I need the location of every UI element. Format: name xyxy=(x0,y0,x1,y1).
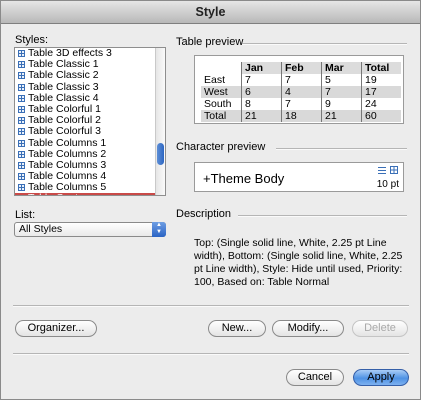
description-label: Description xyxy=(176,208,232,220)
header-cell: Mar xyxy=(321,62,362,74)
table-style-icon xyxy=(18,173,25,181)
list-popup-value: All Styles xyxy=(19,223,63,235)
dialog-title: Style xyxy=(1,1,420,24)
table-style-icon xyxy=(18,83,25,91)
list-item-label: Table Classic 2 xyxy=(28,69,99,82)
styles-list-items: Table 3D effects 3 Table Classic 1 Table C… xyxy=(15,47,156,196)
list-item-label: Table Columns 2 xyxy=(28,147,107,160)
description-divider xyxy=(238,215,407,217)
styles-list[interactable]: Table 3D effects 3 Table Classic 1 Table C… xyxy=(14,47,166,196)
table-preview-label: Table preview xyxy=(176,36,244,48)
list-item-label: Table Columns 3 xyxy=(28,158,107,171)
list-item-label: Table Contemporary xyxy=(28,192,123,195)
styles-scrollbar[interactable] xyxy=(155,48,165,195)
list-item-label: Table Columns 4 xyxy=(28,170,107,183)
list-item-label: Table Classic 3 xyxy=(28,80,99,93)
separator-top xyxy=(13,305,409,307)
cancel-button[interactable]: Cancel xyxy=(286,369,344,386)
new-button[interactable]: New... xyxy=(208,320,266,337)
modify-button[interactable]: Modify... xyxy=(272,320,344,337)
character-preview-divider xyxy=(276,148,407,150)
organizer-button[interactable]: Organizer... xyxy=(15,320,97,337)
popup-arrows-icon: ▲ ▼ xyxy=(152,222,166,237)
table-style-icon xyxy=(18,195,25,196)
header-cell: Jan xyxy=(241,62,282,74)
list-item-label: Table Colorful 2 xyxy=(28,114,101,127)
table-row: West 6 4 7 17 xyxy=(201,86,401,98)
list-item-label: Table Columns 5 xyxy=(28,181,107,194)
table-row: Total 21 18 21 60 xyxy=(201,110,401,122)
font-size-readout: 10 pt xyxy=(376,179,399,190)
delete-button[interactable]: Delete xyxy=(352,320,408,337)
table-style-icon xyxy=(18,117,25,125)
list-item-label: Table Classic 1 xyxy=(28,58,99,71)
list-item-label: Table Classic 4 xyxy=(28,91,99,104)
list-label: List: xyxy=(15,209,36,221)
table-preview-divider xyxy=(242,43,407,45)
header-cell: Total xyxy=(361,62,401,74)
separator-bottom xyxy=(13,353,409,355)
preview-table-header: Jan Feb Mar Total xyxy=(201,62,401,74)
list-item-label: Table 3D effects 3 xyxy=(28,47,112,59)
style-dialog: Style Styles: Table 3D effects 3 Table Cl… xyxy=(0,0,421,400)
table-style-icon xyxy=(18,72,25,80)
table-style-icon xyxy=(18,184,25,192)
table-style-icon xyxy=(18,61,25,69)
table-style-icon xyxy=(18,94,25,102)
table-preview: Jan Feb Mar Total East 7 7 5 19 West 6 4… xyxy=(194,55,404,124)
list-item[interactable]: Table Contemporary xyxy=(15,192,156,196)
header-cell: Feb xyxy=(281,62,322,74)
scrollbar-thumb[interactable] xyxy=(157,143,164,165)
table-style-icon xyxy=(18,128,25,136)
paragraph-format-icon xyxy=(378,166,398,174)
table-row: East 7 7 5 19 xyxy=(201,74,401,86)
preview-table: Jan Feb Mar Total East 7 7 5 19 West 6 4… xyxy=(201,62,401,122)
description-text: Top: (Single solid line, White, 2.25 pt … xyxy=(194,237,403,288)
table-style-icon xyxy=(18,150,25,158)
table-style-icon xyxy=(18,139,25,147)
list-popup[interactable]: All Styles ▲ ▼ xyxy=(14,222,166,237)
list-item-label: Table Colorful 3 xyxy=(28,125,101,138)
table-row: South 8 7 9 24 xyxy=(201,98,401,110)
table-style-icon xyxy=(18,161,25,169)
apply-button[interactable]: Apply xyxy=(353,369,409,386)
list-item-label: Table Colorful 1 xyxy=(28,102,101,115)
table-style-icon xyxy=(18,50,25,57)
styles-label: Styles: xyxy=(15,34,49,46)
character-preview-label: Character preview xyxy=(176,141,266,153)
character-preview: +Theme Body 10 pt xyxy=(194,162,404,192)
table-style-icon xyxy=(18,105,25,113)
list-item-label: Table Columns 1 xyxy=(28,136,107,149)
character-preview-text: +Theme Body xyxy=(203,171,285,186)
